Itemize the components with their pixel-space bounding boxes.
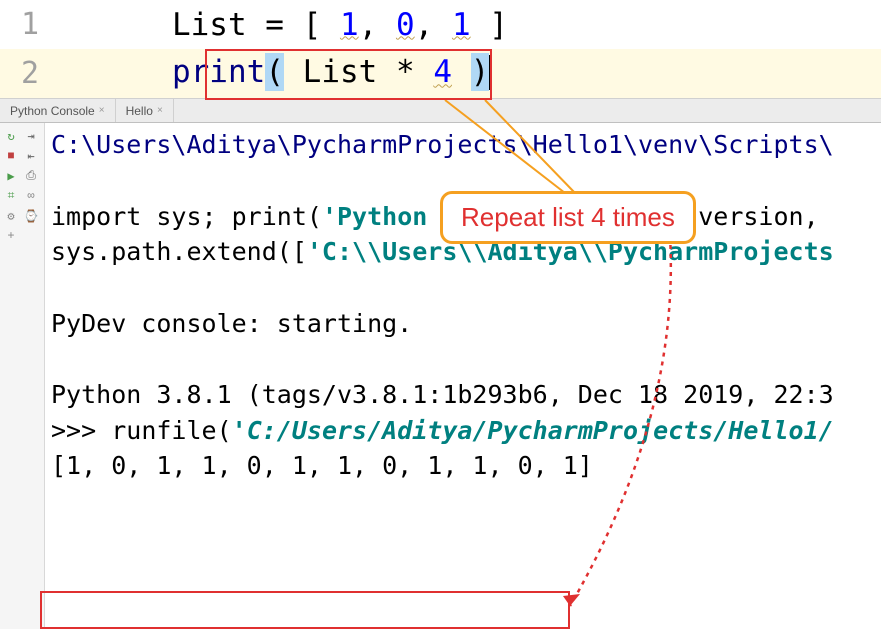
stop-icon[interactable]: ■: [2, 147, 20, 165]
indent-dec-icon[interactable]: ⇤: [22, 147, 40, 165]
print-icon[interactable]: ⎙: [22, 167, 40, 185]
line-number: 1: [0, 7, 60, 42]
console-python-version: Python 3.8.1 (tags/v3.8.1:1b293b6, Dec 1…: [51, 377, 875, 413]
console-output-result: [1, 0, 1, 1, 0, 1, 1, 0, 1, 1, 0, 1]: [51, 448, 875, 484]
settings-icon[interactable]: ⚙: [2, 207, 20, 225]
line-number: 2: [0, 56, 60, 91]
debug-icon[interactable]: ⌗: [2, 187, 20, 205]
link-icon[interactable]: ∞: [22, 187, 40, 205]
console-pydev: PyDev console: starting.: [51, 306, 875, 342]
console-runfile-line: >>> runfile('C:/Users/Aditya/PycharmProj…: [51, 413, 875, 449]
console-toolbar: ↻ ⇥ ■ ⇤ ▶ ⎙ ⌗ ∞ ⚙ ⌚ +: [0, 123, 45, 629]
code-line: print( List * 4 ): [60, 18, 490, 129]
indent-inc-icon[interactable]: ⇥: [22, 127, 40, 145]
rerun-icon[interactable]: ↻: [2, 127, 20, 145]
history-icon[interactable]: ⌚: [22, 207, 40, 225]
editor-line-2[interactable]: 2 print( List * 4 ): [0, 49, 881, 98]
play-icon[interactable]: ▶: [2, 167, 20, 185]
annotation-callout: Repeat list 4 times: [440, 191, 696, 244]
code-editor[interactable]: 1 List = [ 1, 0, 1 ] 2 print( List * 4 ): [0, 0, 881, 99]
plus-icon[interactable]: +: [2, 227, 20, 245]
console-path: C:\Users\Aditya\PycharmProjects\Hello1\v…: [51, 127, 875, 163]
